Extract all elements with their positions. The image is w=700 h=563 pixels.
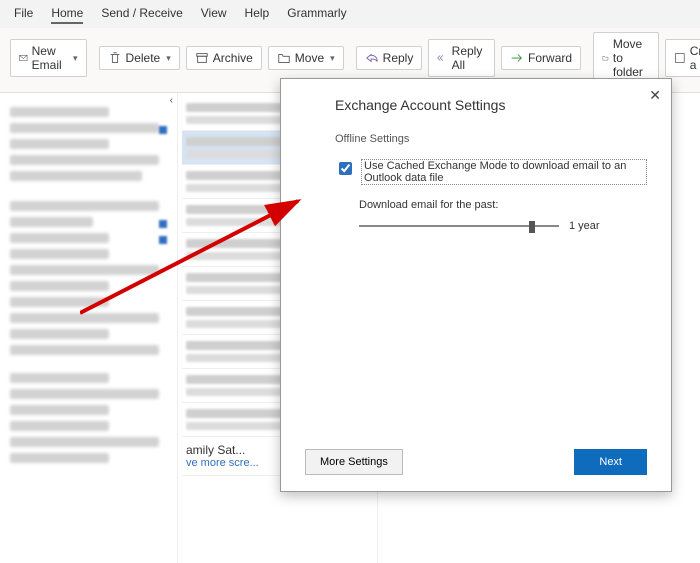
reply-all-icon: [437, 51, 447, 65]
reply-icon: [365, 51, 379, 65]
folder-sidebar: ‹: [0, 93, 178, 563]
reply-button[interactable]: Reply: [356, 46, 423, 70]
create-label: Create a: [690, 44, 700, 72]
sidebar-item[interactable]: [10, 421, 109, 431]
archive-button[interactable]: Archive: [186, 46, 262, 70]
sidebar-item[interactable]: [10, 123, 159, 133]
menu-file[interactable]: File: [14, 6, 33, 24]
sidebar-item[interactable]: [10, 453, 109, 463]
menu-bar: File Home Send / Receive View Help Gramm…: [0, 0, 700, 28]
forward-label: Forward: [528, 51, 572, 65]
sidebar-item[interactable]: [10, 389, 159, 399]
dialog-section-label: Offline Settings: [335, 133, 647, 145]
create-button[interactable]: Create a: [665, 39, 700, 77]
sidebar-item[interactable]: [10, 107, 109, 117]
reply-all-label: Reply All: [452, 44, 486, 72]
close-icon[interactable]: ✕: [649, 87, 661, 104]
sidebar-item[interactable]: [10, 405, 109, 415]
download-past-label: Download email for the past:: [359, 199, 647, 211]
sidebar-item[interactable]: [10, 313, 159, 323]
sidebar-item[interactable]: [10, 201, 159, 211]
sidebar-item[interactable]: [10, 171, 142, 181]
chevron-down-icon: ▾: [73, 53, 78, 64]
sidebar-item[interactable]: [10, 155, 159, 165]
dialog-title: Exchange Account Settings: [335, 97, 647, 113]
cached-mode-label[interactable]: Use Cached Exchange Mode to download ema…: [361, 159, 647, 185]
move-to-folder-label: Move to folder: [613, 37, 650, 79]
move-button[interactable]: Move ▾: [268, 46, 344, 70]
trash-icon: [108, 51, 122, 65]
download-past-value: 1 year: [569, 220, 600, 232]
collapse-icon[interactable]: ‹: [170, 95, 173, 106]
move-to-folder-button[interactable]: Move to folder: [593, 32, 659, 84]
menu-sendreceive[interactable]: Send / Receive: [101, 6, 182, 24]
download-past-slider[interactable]: [359, 219, 559, 233]
next-button[interactable]: Next: [574, 449, 647, 475]
sidebar-item[interactable]: [10, 233, 109, 243]
delete-label: Delete: [126, 51, 161, 65]
chevron-down-icon: ▾: [166, 53, 171, 64]
cached-mode-checkbox[interactable]: [339, 162, 352, 175]
sidebar-item[interactable]: [10, 217, 93, 227]
mail-icon: [19, 51, 28, 65]
sidebar-item[interactable]: [10, 329, 109, 339]
sidebar-item[interactable]: [10, 297, 109, 307]
forward-icon: [510, 51, 524, 65]
folder-move-icon: [277, 51, 291, 65]
sidebar-item[interactable]: [10, 281, 109, 291]
sidebar-item[interactable]: [10, 373, 109, 383]
new-email-label: New Email: [32, 44, 67, 72]
sidebar-item[interactable]: [10, 345, 159, 355]
archive-label: Archive: [213, 51, 253, 65]
forward-button[interactable]: Forward: [501, 46, 581, 70]
new-email-button[interactable]: New Email ▾: [10, 39, 87, 77]
exchange-settings-dialog: ✕ Exchange Account Settings Offline Sett…: [280, 78, 672, 492]
sidebar-item[interactable]: [10, 249, 109, 259]
chevron-down-icon: ▾: [330, 53, 335, 64]
sidebar-item[interactable]: [10, 265, 159, 275]
reply-label: Reply: [383, 51, 414, 65]
move-label: Move: [295, 51, 324, 65]
sidebar-item[interactable]: [10, 437, 159, 447]
archive-icon: [195, 51, 209, 65]
menu-home[interactable]: Home: [51, 6, 83, 24]
menu-grammarly[interactable]: Grammarly: [287, 6, 346, 24]
reply-all-button[interactable]: Reply All: [428, 39, 495, 77]
folder-icon: [602, 51, 609, 65]
sidebar-item[interactable]: [10, 139, 109, 149]
menu-help[interactable]: Help: [245, 6, 270, 24]
menu-view[interactable]: View: [201, 6, 227, 24]
create-icon: [674, 51, 686, 65]
more-settings-button[interactable]: More Settings: [305, 449, 403, 475]
delete-button[interactable]: Delete ▾: [99, 46, 180, 70]
